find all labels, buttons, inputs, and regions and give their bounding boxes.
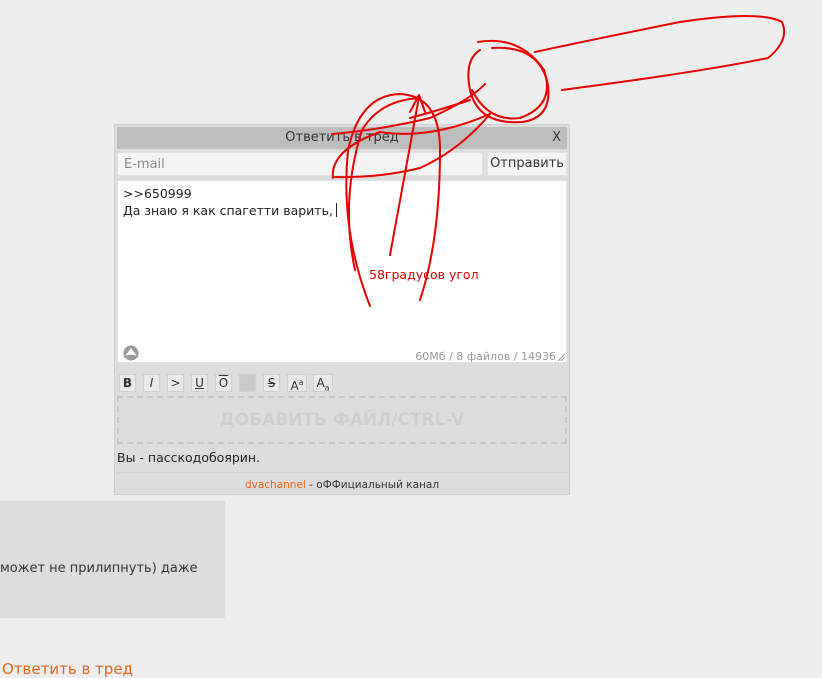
file-dropzone[interactable]: ДОБАВИТЬ ФАЙЛ/CTRL-V xyxy=(117,396,567,444)
footer-text: - оФФициальный канал xyxy=(305,479,440,491)
underline-button[interactable]: U xyxy=(191,374,208,392)
email-field[interactable] xyxy=(117,152,483,176)
footer-divider xyxy=(117,472,567,473)
italic-button[interactable]: I xyxy=(143,374,160,392)
superscript-mark: a xyxy=(298,378,304,387)
subscript-label: A xyxy=(316,376,325,390)
resize-handle-icon[interactable] xyxy=(557,353,565,361)
upload-limits: 60Мб / 8 файлов / 14936 xyxy=(415,350,556,363)
post-text: может не прилипнуть) даже xyxy=(0,561,198,576)
superscript-button[interactable]: Aa xyxy=(287,374,307,393)
bold-button[interactable]: B xyxy=(119,374,136,392)
form-footer: dvachannel - оФФициальный канал xyxy=(115,479,569,491)
subscript-button[interactable]: Aa xyxy=(313,374,333,392)
passcode-status: Вы - пасскодобоярин. xyxy=(117,450,261,465)
strike-button[interactable]: S xyxy=(263,374,280,392)
text-caret xyxy=(335,203,337,217)
send-button[interactable]: Отправить xyxy=(487,152,567,176)
subscript-mark: a xyxy=(324,383,330,393)
superscript-label: A xyxy=(290,379,299,393)
close-button[interactable]: X xyxy=(552,127,561,149)
post-block: может не прилипнуть) даже xyxy=(0,501,225,618)
sage-icon[interactable] xyxy=(122,345,140,361)
annotation-text: 58градусов угол xyxy=(369,267,479,282)
comment-text: >>650999 Да знаю я как спагетти варить, xyxy=(123,185,337,219)
reply-thread-link[interactable]: Ответить в тред xyxy=(2,660,133,678)
spoiler-button[interactable] xyxy=(239,374,256,392)
quick-reply-title: Ответить в тред xyxy=(285,130,399,145)
comment-textarea[interactable]: >>650999 Да знаю я как спагетти варить, … xyxy=(117,180,567,363)
quote-button[interactable]: > xyxy=(167,374,184,392)
dvachannel-link[interactable]: dvachannel xyxy=(245,479,306,491)
quick-reply-header[interactable]: Ответить в тред X xyxy=(117,127,567,149)
overline-button[interactable]: O xyxy=(215,374,232,392)
quick-reply-form: Ответить в тред X Отправить >>650999 Да … xyxy=(114,124,570,495)
